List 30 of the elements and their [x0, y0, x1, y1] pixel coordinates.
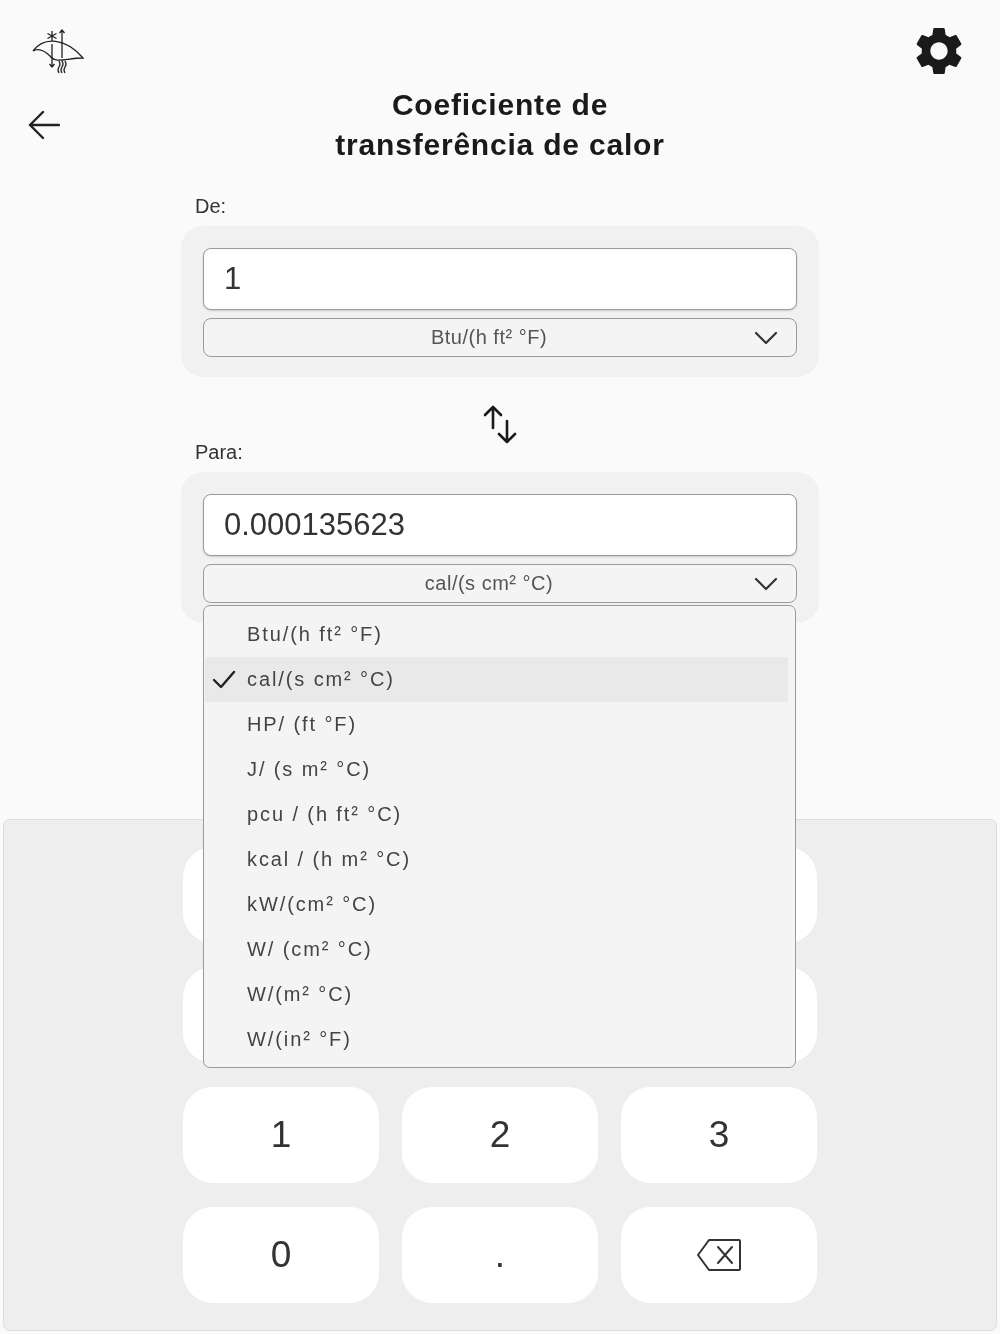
swap-arrows-icon[interactable] [483, 404, 517, 445]
chevron-down-icon [754, 330, 778, 345]
unit-option[interactable]: pcu / (h ft² °C) [205, 792, 788, 837]
keypad-key[interactable]: 2 [402, 1087, 598, 1183]
chevron-down-icon [754, 576, 778, 591]
from-label: De: [194, 194, 227, 218]
unit-option[interactable]: W/(in² °F) [205, 1017, 788, 1062]
backspace-icon [697, 1239, 741, 1271]
keypad-key[interactable]: 0 [183, 1207, 379, 1303]
to-label: Para: [194, 440, 243, 464]
value-input-field[interactable]: 1 [203, 248, 797, 310]
unit-option[interactable]: W/ (cm² °C) [205, 927, 788, 972]
keypad-key[interactable]: 1 [183, 1087, 379, 1183]
logo-icon [32, 28, 84, 76]
check-icon [212, 670, 236, 689]
screen-title: Coeficiente de transferência de calor [334, 87, 666, 163]
unit-option[interactable]: J/ (s m² °C) [205, 747, 788, 792]
unit-select[interactable]: Btu/(h ft² °F) [203, 318, 797, 357]
keypad-key[interactable]: . [402, 1207, 598, 1303]
unit-select[interactable]: cal/(s cm² °C) [203, 564, 797, 603]
keypad-key[interactable]: 3 [621, 1087, 817, 1183]
value-input-field[interactable]: 0.000135623 [203, 494, 797, 556]
settings-icon[interactable] [915, 27, 963, 75]
unit-option[interactable]: Btu/(h ft² °F) [205, 612, 788, 657]
unit-option[interactable]: cal/(s cm² °C) [205, 657, 788, 702]
unit-option[interactable]: W/(m² °C) [205, 972, 788, 1017]
unit-option[interactable]: HP/ (ft °F) [205, 702, 788, 747]
unit-option[interactable]: kW/(cm² °C) [205, 882, 788, 927]
back-arrow-icon[interactable] [28, 110, 60, 140]
unit-option[interactable]: kcal / (h m² °C) [205, 837, 788, 882]
